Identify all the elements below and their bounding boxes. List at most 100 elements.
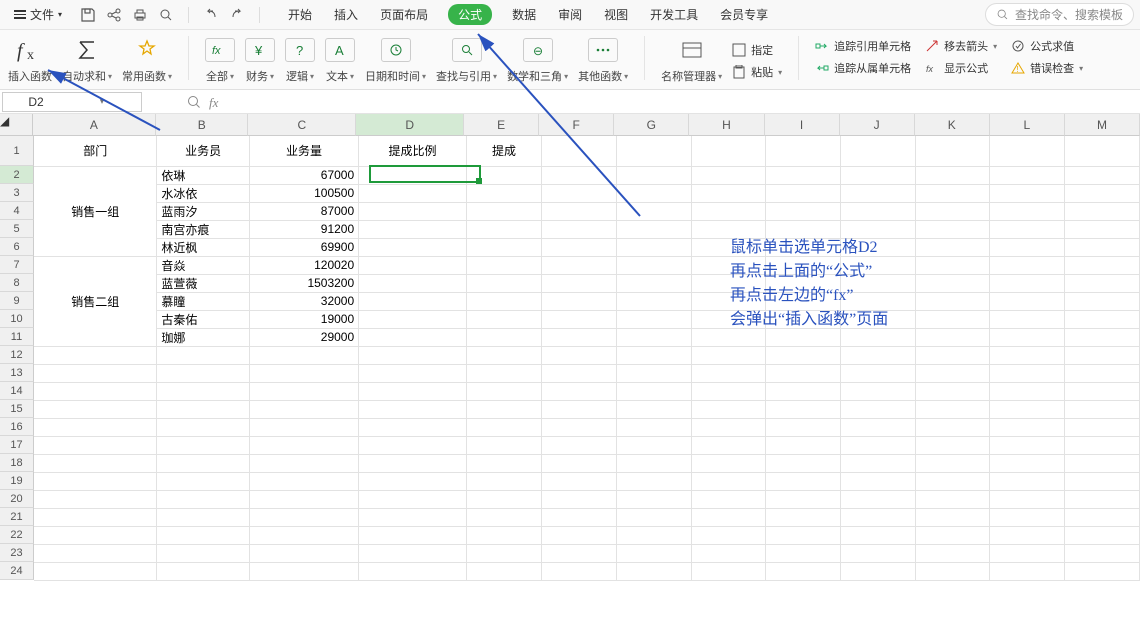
cell-E12[interactable] [466, 346, 541, 364]
cell-D15[interactable] [359, 400, 467, 418]
cell-L13[interactable] [990, 364, 1065, 382]
cell-E13[interactable] [466, 364, 541, 382]
cell-C4[interactable]: 87000 [249, 202, 358, 220]
cell-D13[interactable] [359, 364, 467, 382]
cell-B2[interactable]: 依琳 [157, 166, 249, 184]
cell-G14[interactable] [616, 382, 691, 400]
cell-M24[interactable] [1065, 562, 1140, 580]
share-icon[interactable] [106, 7, 122, 23]
row-header-10[interactable]: 10 [0, 310, 34, 328]
cell-A2[interactable]: 销售一组 [34, 166, 157, 256]
cell-E20[interactable] [466, 490, 541, 508]
cell-I1[interactable] [766, 136, 841, 166]
cell-H5[interactable] [691, 220, 766, 238]
preview-icon[interactable] [158, 7, 174, 23]
cell-C17[interactable] [249, 436, 358, 454]
cell-L5[interactable] [990, 220, 1065, 238]
cell-K20[interactable] [915, 490, 990, 508]
cell-M14[interactable] [1065, 382, 1140, 400]
cell-H6[interactable] [691, 238, 766, 256]
cell-I9[interactable] [766, 292, 841, 310]
cell-E24[interactable] [466, 562, 541, 580]
cell-F1[interactable] [542, 136, 617, 166]
row-header-14[interactable]: 14 [0, 382, 34, 400]
cell-G18[interactable] [616, 454, 691, 472]
cell-D22[interactable] [359, 526, 467, 544]
cell-G4[interactable] [616, 202, 691, 220]
row-header-21[interactable]: 21 [0, 508, 34, 526]
cell-J16[interactable] [841, 418, 916, 436]
cell-D4[interactable] [359, 202, 467, 220]
cell-C8[interactable]: 1503200 [249, 274, 358, 292]
cell-C10[interactable]: 19000 [249, 310, 358, 328]
cell-L23[interactable] [990, 544, 1065, 562]
cell-F17[interactable] [542, 436, 617, 454]
cell-B4[interactable]: 蓝雨汐 [157, 202, 249, 220]
cell-K4[interactable] [915, 202, 990, 220]
search-box[interactable]: 查找命令、搜索模板 [985, 3, 1134, 26]
cell-A18[interactable] [34, 454, 157, 472]
row-header-24[interactable]: 24 [0, 562, 34, 580]
cell-L21[interactable] [990, 508, 1065, 526]
row-header-3[interactable]: 3 [0, 184, 34, 202]
cell-F15[interactable] [542, 400, 617, 418]
cell-F20[interactable] [542, 490, 617, 508]
cell-F16[interactable] [542, 418, 617, 436]
tab-dev[interactable]: 开发工具 [648, 2, 700, 27]
math-fn-button[interactable]: ⊖ 数学和三角▾ [507, 36, 568, 84]
cell-E16[interactable] [466, 418, 541, 436]
cell-B21[interactable] [157, 508, 249, 526]
cell-J11[interactable] [841, 328, 916, 346]
cell-F18[interactable] [542, 454, 617, 472]
cell-D16[interactable] [359, 418, 467, 436]
cell-K6[interactable] [915, 238, 990, 256]
cell-L1[interactable] [990, 136, 1065, 166]
common-fn-button[interactable]: 常用函数▾ [122, 36, 172, 84]
cell-G20[interactable] [616, 490, 691, 508]
cell-D17[interactable] [359, 436, 467, 454]
cell-J13[interactable] [841, 364, 916, 382]
col-header-J[interactable]: J [840, 114, 915, 136]
cell-D14[interactable] [359, 382, 467, 400]
select-all-corner[interactable]: ◢ [0, 114, 33, 136]
cell-K1[interactable] [915, 136, 990, 166]
cell-A12[interactable] [34, 346, 157, 364]
col-header-E[interactable]: E [464, 114, 539, 136]
cell-M10[interactable] [1065, 310, 1140, 328]
cell-E7[interactable] [466, 256, 541, 274]
cell-J7[interactable] [841, 256, 916, 274]
cell-J10[interactable] [841, 310, 916, 328]
cell-K19[interactable] [915, 472, 990, 490]
cell-D3[interactable] [359, 184, 467, 202]
row-header-18[interactable]: 18 [0, 454, 34, 472]
cell-E10[interactable] [466, 310, 541, 328]
cell-D23[interactable] [359, 544, 467, 562]
sheet-area[interactable]: ◢ABCDEFGHIJKLM12345678910111213141516171… [0, 114, 1140, 581]
col-header-C[interactable]: C [248, 114, 356, 136]
col-header-B[interactable]: B [156, 114, 248, 136]
cell-B17[interactable] [157, 436, 249, 454]
cell-G1[interactable] [616, 136, 691, 166]
cell-M7[interactable] [1065, 256, 1140, 274]
cell-I19[interactable] [766, 472, 841, 490]
cell-I16[interactable] [766, 418, 841, 436]
cell-I8[interactable] [766, 274, 841, 292]
cell-F3[interactable] [542, 184, 617, 202]
cell-G17[interactable] [616, 436, 691, 454]
cell-I13[interactable] [766, 364, 841, 382]
cell-H13[interactable] [691, 364, 766, 382]
cell-M19[interactable] [1065, 472, 1140, 490]
cell-B15[interactable] [157, 400, 249, 418]
cell-F11[interactable] [542, 328, 617, 346]
cell-F21[interactable] [542, 508, 617, 526]
cell-H7[interactable] [691, 256, 766, 274]
assign-button[interactable]: 指定 [732, 42, 782, 58]
cell-H24[interactable] [691, 562, 766, 580]
cell-C23[interactable] [249, 544, 358, 562]
row-header-6[interactable]: 6 [0, 238, 34, 256]
cell-A1[interactable]: 部门 [34, 136, 157, 166]
cell-K21[interactable] [915, 508, 990, 526]
cell-D24[interactable] [359, 562, 467, 580]
cell-M2[interactable] [1065, 166, 1140, 184]
cell-C9[interactable]: 32000 [249, 292, 358, 310]
